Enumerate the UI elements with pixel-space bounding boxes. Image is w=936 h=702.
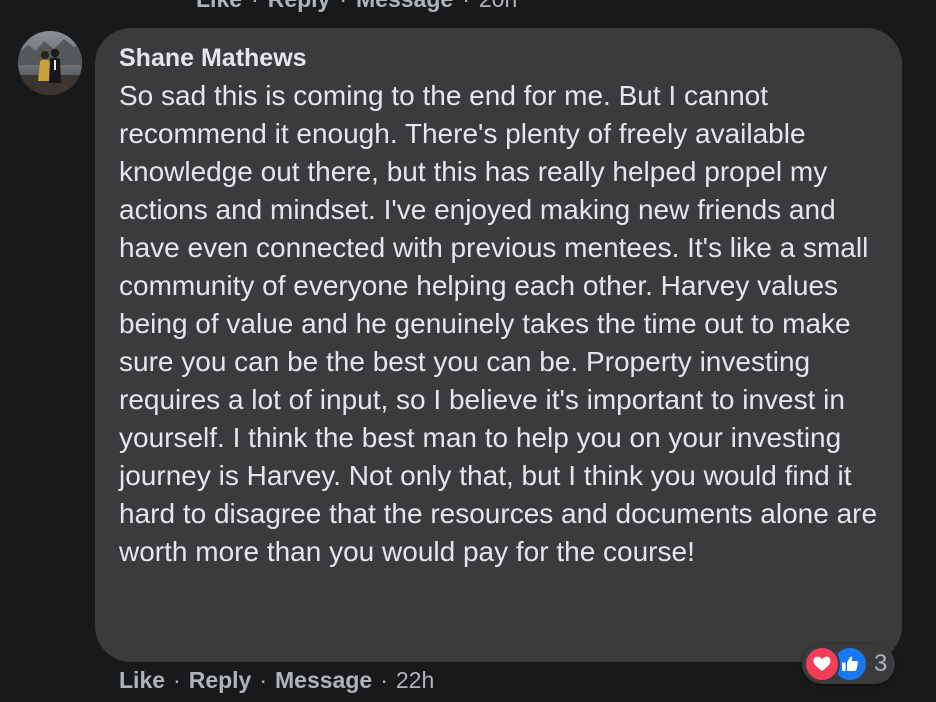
previous-like-button[interactable]: Like [196,0,242,13]
reaction-count: 3 [874,650,888,677]
comment-actions: Like · Reply · Message · 22h [119,664,434,696]
love-icon [804,646,840,682]
reaction-summary[interactable]: 3 [802,644,896,684]
avatar-photo [18,31,82,95]
previous-timestamp[interactable]: 20h [479,0,517,13]
previous-comment-actions: Like · Reply · Message · 20h [196,0,517,14]
comment-thread: Like · Reply · Message · 20h [0,0,936,702]
separator-dot: · [339,0,347,13]
comment-body-text: So sad this is coming to the end for me.… [119,80,878,567]
like-button[interactable]: Like [119,667,165,694]
reply-button[interactable]: Reply [189,667,252,694]
message-button[interactable]: Message [275,667,372,694]
previous-reply-button[interactable]: Reply [268,0,331,13]
separator-dot: · [173,666,181,693]
avatar[interactable] [18,31,82,95]
separator-dot: · [380,666,388,693]
comment-timestamp[interactable]: 22h [396,667,434,694]
previous-message-button[interactable]: Message [356,0,453,13]
separator-dot: · [462,0,470,13]
comment-author-name[interactable]: Shane Mathews [119,42,880,74]
separator-dot: · [259,666,268,693]
comment-bubble: Shane Mathews So sad this is coming to t… [95,28,902,662]
separator-dot: · [251,0,259,13]
